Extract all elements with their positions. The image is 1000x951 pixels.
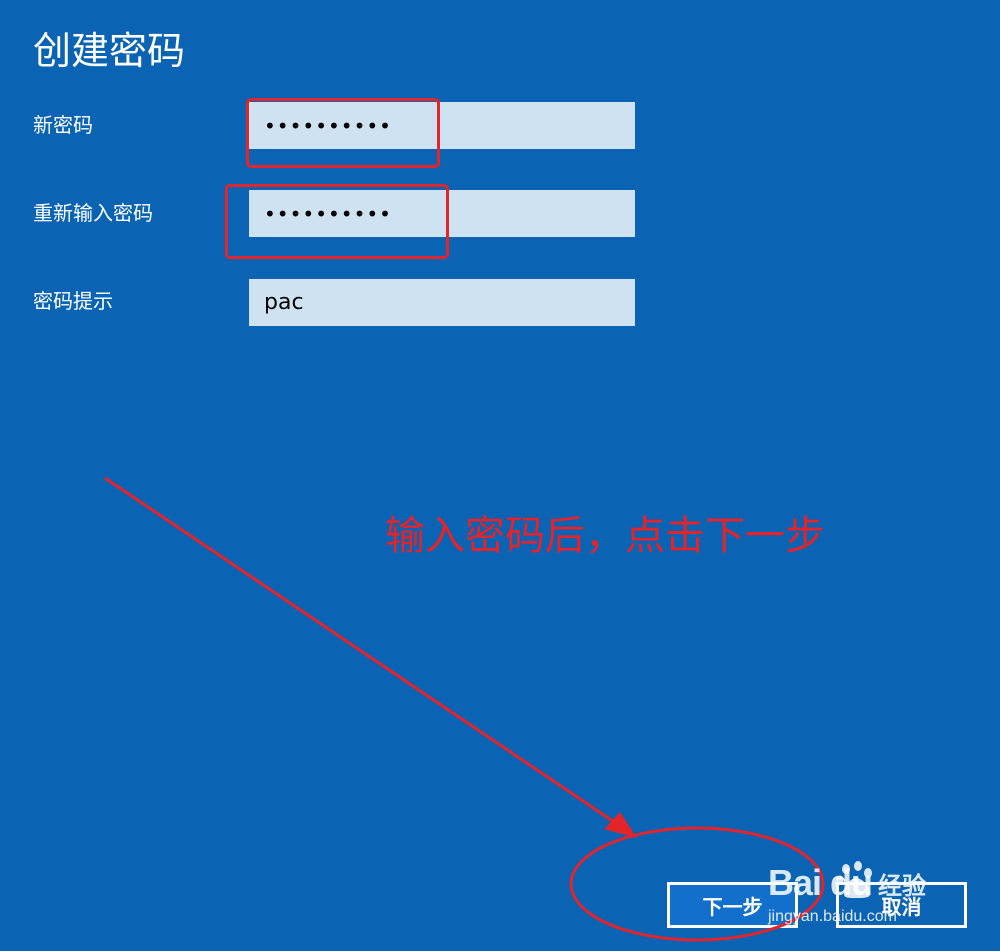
password-hint-label: 密码提示	[33, 289, 113, 313]
new-password-label: 新密码	[33, 113, 93, 137]
annotation-arrow-head	[604, 812, 637, 838]
cancel-button[interactable]: 取消	[836, 882, 967, 928]
confirm-password-label: 重新输入密码	[33, 201, 153, 225]
next-button[interactable]: 下一步	[667, 882, 798, 928]
annotation-box-new-password	[246, 98, 440, 168]
annotation-box-confirm-password	[225, 184, 449, 259]
annotation-instruction: 输入密码后，点击下一步	[385, 513, 825, 559]
page-title: 创建密码	[33, 29, 186, 73]
password-hint-input[interactable]: pac	[249, 279, 635, 326]
